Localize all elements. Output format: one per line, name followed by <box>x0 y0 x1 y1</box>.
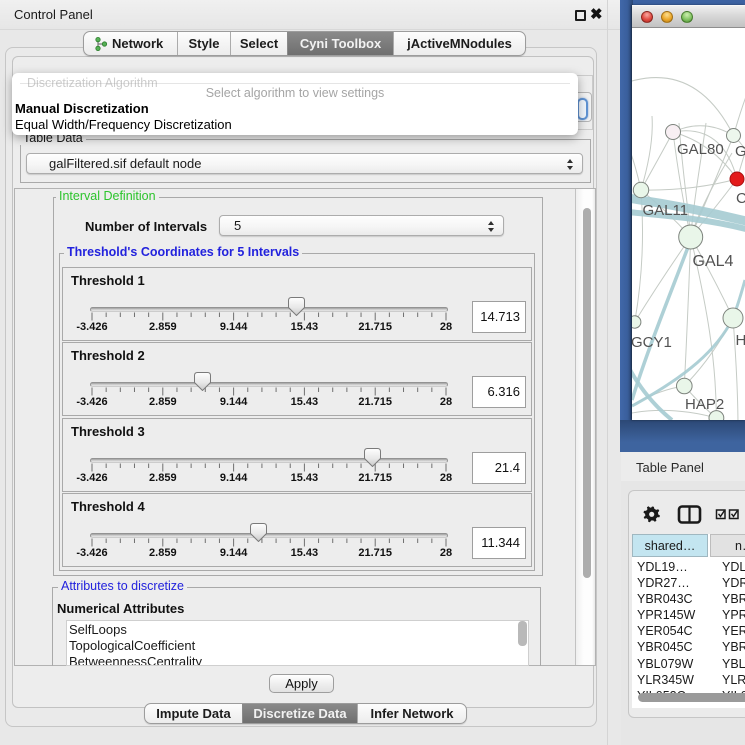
svg-text:GAL11: GAL11 <box>643 202 689 219</box>
svg-text:GAL80: GAL80 <box>677 141 724 158</box>
svg-text:GA: GA <box>735 143 745 160</box>
svg-text:C: C <box>736 190 745 207</box>
svg-text:GAL4: GAL4 <box>693 253 734 270</box>
svg-text:HAP2: HAP2 <box>685 396 724 413</box>
svg-text:H: H <box>736 332 745 349</box>
svg-text:GCY1: GCY1 <box>632 334 672 351</box>
